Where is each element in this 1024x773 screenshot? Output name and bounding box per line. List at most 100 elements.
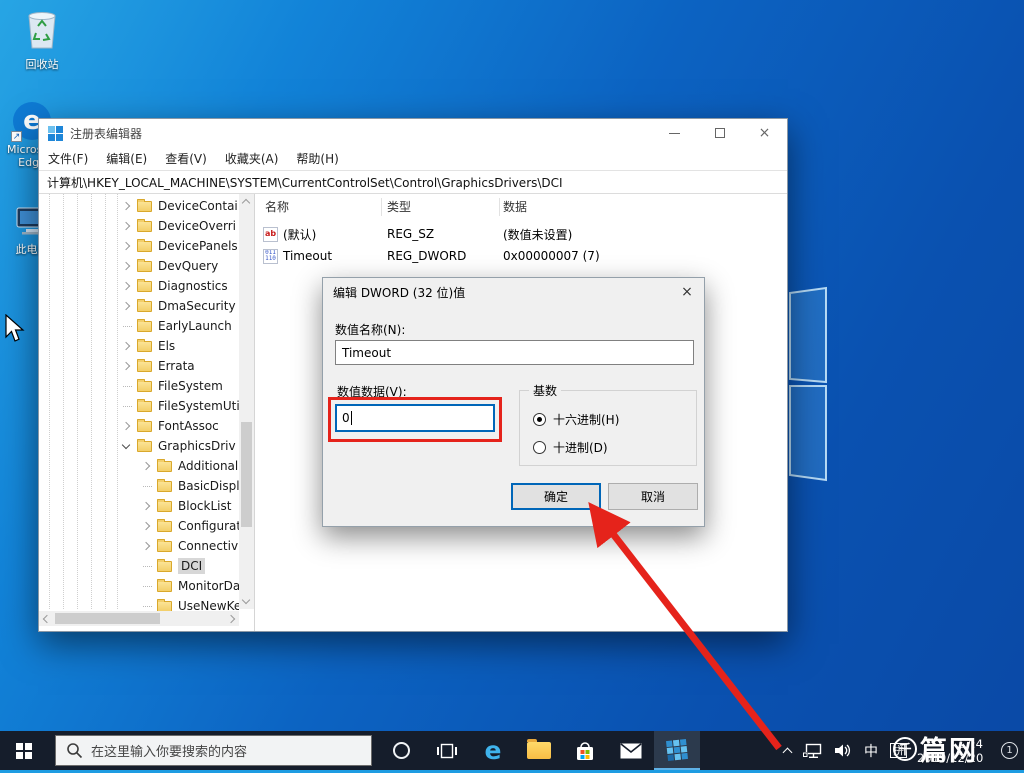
tree-item[interactable]: FontAssoc	[39, 416, 239, 436]
taskbar-clock[interactable]: 17:4 2019/12/20	[913, 737, 987, 765]
chevron-right-icon[interactable]	[121, 361, 131, 371]
scrollbar-thumb[interactable]	[55, 613, 160, 624]
menu-file[interactable]: 文件(F)	[39, 147, 97, 170]
dialog-close-button[interactable]: ×	[670, 278, 704, 306]
tree-item[interactable]: FileSystem	[39, 376, 239, 396]
tree-connector	[123, 405, 132, 407]
tree-item[interactable]: FileSystemUti	[39, 396, 239, 416]
recycle-bin-icon	[28, 12, 56, 49]
tree-item[interactable]: Els	[39, 336, 239, 356]
tree-item[interactable]: Additional	[39, 456, 239, 476]
ime-mode-button[interactable]: 拼	[884, 731, 913, 770]
taskbar-mail-button[interactable]	[608, 731, 654, 770]
tree-item[interactable]: BasicDispl	[39, 476, 239, 496]
tree-item[interactable]: DeviceContai	[39, 196, 239, 216]
close-button[interactable]: ×	[742, 119, 787, 147]
start-button[interactable]	[0, 731, 48, 770]
folder-icon	[137, 238, 152, 252]
chevron-right-icon[interactable]	[121, 221, 131, 231]
menu-help[interactable]: 帮助(H)	[287, 147, 347, 170]
chevron-right-icon[interactable]	[141, 541, 151, 551]
radio-selected-icon[interactable]	[533, 413, 546, 426]
tree-item[interactable]: DeviceOverri	[39, 216, 239, 236]
notification-badge[interactable]: 1	[1001, 742, 1018, 759]
show-hidden-icons-button[interactable]	[778, 731, 797, 770]
ime-language-button[interactable]: 中	[858, 731, 884, 770]
ime-mode-icon: 拼	[890, 743, 907, 758]
network-tray-button[interactable]	[797, 731, 828, 770]
mail-icon	[620, 742, 642, 758]
radio-decimal[interactable]: 十进制(D)	[533, 439, 608, 456]
chevron-right-icon[interactable]	[121, 281, 131, 291]
radio-unselected-icon[interactable]	[533, 441, 546, 454]
chevron-right-icon[interactable]	[141, 521, 151, 531]
taskbar-search-input[interactable]: 在这里输入你要搜索的内容	[55, 735, 372, 766]
task-view-button[interactable]	[424, 731, 470, 770]
ok-button[interactable]: 确定	[511, 483, 601, 510]
cancel-button[interactable]: 取消	[608, 483, 698, 510]
chevron-right-icon[interactable]	[121, 261, 131, 271]
chevron-right-icon[interactable]	[121, 241, 131, 251]
chevron-right-icon[interactable]	[121, 421, 131, 431]
column-divider[interactable]	[381, 198, 382, 216]
tree-vertical-scrollbar[interactable]	[239, 194, 254, 609]
pane-separator[interactable]	[254, 194, 255, 631]
column-header-name[interactable]: 名称	[265, 198, 289, 215]
value-row-timeout[interactable]: 011 110 Timeout REG_DWORD 0x00000007 (7)	[259, 246, 787, 266]
chevron-right-icon[interactable]	[121, 301, 131, 311]
value-row-default[interactable]: ab (默认) REG_SZ (数值未设置)	[259, 224, 787, 244]
tree-item[interactable]: EarlyLaunch	[39, 316, 239, 336]
tree-item[interactable]: GraphicsDriv	[39, 436, 239, 456]
file-explorer-icon	[527, 739, 551, 759]
tree-item[interactable]: Connectivi	[39, 536, 239, 556]
taskbar-edge-button[interactable]: e	[470, 731, 516, 770]
value-name-input[interactable]: Timeout	[335, 340, 694, 365]
tree-item[interactable]: Configurat	[39, 516, 239, 536]
chevron-right-icon[interactable]	[121, 341, 131, 351]
taskbar-regedit-button-active[interactable]	[654, 731, 700, 770]
column-header-type[interactable]: 类型	[387, 198, 411, 215]
desktop-icon-recycle-bin[interactable]: 回收站	[6, 8, 78, 71]
dialog-titlebar[interactable]: 编辑 DWORD (32 位)值 ×	[323, 278, 704, 306]
scroll-down-icon[interactable]	[241, 595, 251, 605]
close-icon: ×	[758, 125, 771, 141]
chevron-right-icon[interactable]	[141, 501, 151, 511]
tree-item[interactable]: BlockList	[39, 496, 239, 516]
menu-favorites[interactable]: 收藏夹(A)	[216, 147, 288, 170]
tree-item[interactable]: MonitorDa	[39, 576, 239, 596]
edit-dword-dialog: 编辑 DWORD (32 位)值 × 数值名称(N): Timeout 数值数据…	[322, 277, 705, 527]
taskbar: 在这里输入你要搜索的内容 e 中 拼 17:4 2019/12/20 1	[0, 731, 1024, 770]
tree-connector	[143, 605, 152, 607]
tree-item[interactable]: Diagnostics	[39, 276, 239, 296]
radio-hexadecimal[interactable]: 十六进制(H)	[533, 411, 619, 428]
chevron-down-icon[interactable]	[121, 440, 131, 449]
menu-view[interactable]: 查看(V)	[156, 147, 216, 170]
volume-tray-button[interactable]	[828, 731, 858, 770]
windows-logo-icon	[16, 742, 32, 759]
scroll-left-icon[interactable]	[42, 614, 52, 624]
taskbar-store-button[interactable]	[562, 731, 608, 770]
tree-horizontal-scrollbar[interactable]	[39, 611, 239, 626]
minimize-icon	[669, 132, 680, 134]
column-divider[interactable]	[499, 198, 500, 216]
scroll-right-icon[interactable]	[226, 614, 236, 624]
tree-item[interactable]: Errata	[39, 356, 239, 376]
column-header-data[interactable]: 数据	[503, 198, 527, 215]
minimize-button[interactable]	[652, 119, 697, 147]
tree-item[interactable]: DmaSecurity	[39, 296, 239, 316]
menu-edit[interactable]: 编辑(E)	[97, 147, 156, 170]
maximize-button[interactable]	[697, 119, 742, 147]
tree-item[interactable]: DevicePanels	[39, 236, 239, 256]
chevron-right-icon[interactable]	[121, 201, 131, 211]
scrollbar-thumb[interactable]	[241, 422, 252, 527]
cortana-button[interactable]	[378, 731, 424, 770]
tree-item[interactable]: DevQuery	[39, 256, 239, 276]
registry-tree-pane: DeviceContai DeviceOverri DevicePanels D…	[39, 194, 254, 631]
tree-item-selected[interactable]: DCI	[39, 556, 239, 576]
chevron-right-icon[interactable]	[141, 461, 151, 471]
address-bar[interactable]: 计算机\HKEY_LOCAL_MACHINE\SYSTEM\CurrentCon…	[39, 170, 787, 194]
taskbar-explorer-button[interactable]	[516, 731, 562, 770]
folder-icon	[137, 358, 152, 372]
window-titlebar[interactable]: 注册表编辑器 ×	[39, 119, 787, 147]
scroll-up-icon[interactable]	[241, 198, 251, 208]
